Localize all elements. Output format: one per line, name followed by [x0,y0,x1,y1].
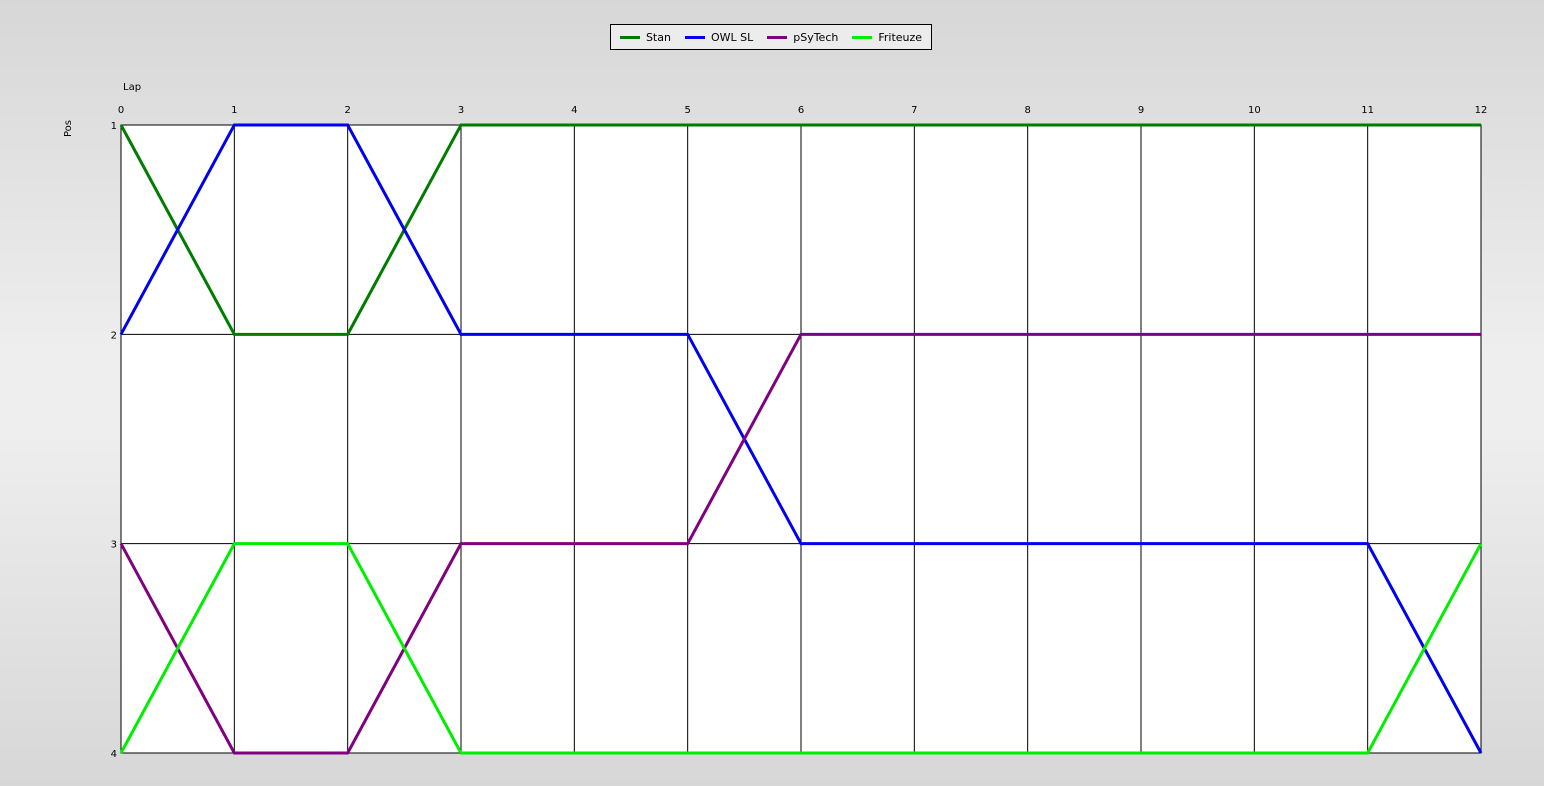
x-tick-label: 10 [1248,105,1261,116]
x-tick-label: 1 [231,105,237,116]
x-axis-label: Lap [123,82,141,93]
x-tick-label: 5 [684,105,690,116]
x-tick-label: 8 [1024,105,1030,116]
x-tick-label: 4 [571,105,577,116]
y-tick-label: 3 [111,540,117,551]
position-chart: 0 1 2 3 4 5 6 7 8 9 10 11 121234 Lap Pos [63,82,1488,760]
x-tick-label: 11 [1361,105,1374,116]
x-tick-label: 9 [1138,105,1144,116]
x-tick-label: 0 [118,105,124,116]
x-tick-label: 12 [1475,105,1488,116]
x-tick-label: 2 [344,105,350,116]
x-tick-label: 6 [798,105,804,116]
x-tick-label: 7 [911,105,917,116]
x-tick-label: 3 [458,105,464,116]
y-tick-label: 2 [111,330,117,341]
y-tick-label: 4 [111,749,117,760]
y-tick-label: 1 [111,121,117,132]
y-axis-label: Pos [63,120,74,137]
